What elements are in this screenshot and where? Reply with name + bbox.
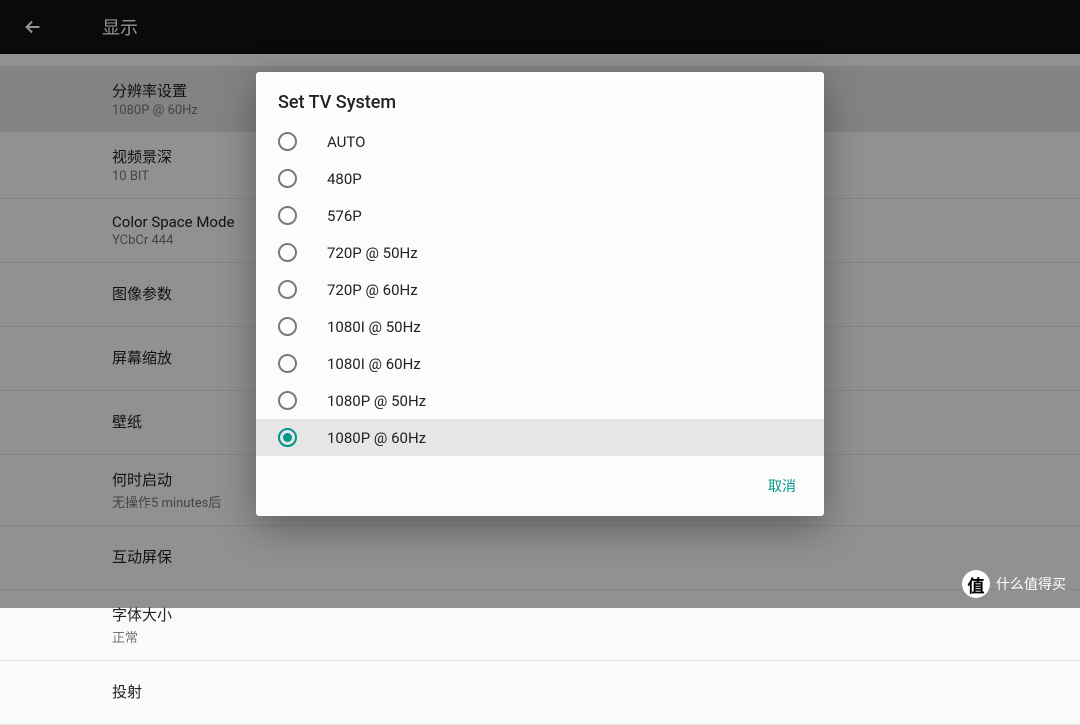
radio-unchecked-icon <box>278 243 297 262</box>
radio-option[interactable]: AUTO <box>256 123 824 160</box>
radio-unchecked-icon <box>278 132 297 151</box>
setting-subtitle: 正常 <box>112 627 1080 646</box>
radio-label: 1080P @ 50Hz <box>327 392 426 410</box>
radio-option[interactable]: 480P <box>256 160 824 197</box>
radio-label: AUTO <box>327 133 365 151</box>
dialog-title: Set TV System <box>256 72 824 123</box>
watermark-text: 什么值得买 <box>996 574 1066 594</box>
radio-label: 576P <box>327 207 362 225</box>
radio-unchecked-icon <box>278 169 297 188</box>
radio-unchecked-icon <box>278 354 297 373</box>
setting-item[interactable]: 投射 <box>0 661 1080 725</box>
radio-label: 720P @ 60Hz <box>327 281 418 299</box>
radio-label: 1080I @ 60Hz <box>327 355 421 373</box>
radio-label: 720P @ 50Hz <box>327 244 418 262</box>
radio-option[interactable]: 576P <box>256 197 824 234</box>
tv-system-dialog: Set TV System AUTO 480P 576P 720P @ 50Hz 720… <box>256 72 824 516</box>
radio-unchecked-icon <box>278 317 297 336</box>
radio-option[interactable]: 1080I @ 50Hz <box>256 308 824 345</box>
radio-option[interactable]: 720P @ 60Hz <box>256 271 824 308</box>
radio-unchecked-icon <box>278 206 297 225</box>
dialog-actions: 取消 <box>256 456 824 516</box>
radio-checked-icon <box>278 428 297 447</box>
radio-option[interactable]: 1080P @ 60Hz <box>256 419 824 456</box>
radio-unchecked-icon <box>278 280 297 299</box>
watermark: 值 什么值得买 <box>962 570 1066 598</box>
setting-title: 投射 <box>112 675 1080 708</box>
cancel-button[interactable]: 取消 <box>758 470 806 502</box>
radio-label: 1080P @ 60Hz <box>327 429 426 447</box>
radio-unchecked-icon <box>278 391 297 410</box>
radio-option[interactable]: 1080I @ 60Hz <box>256 345 824 382</box>
radio-label: 480P <box>327 170 362 188</box>
radio-label: 1080I @ 50Hz <box>327 318 421 336</box>
radio-list: AUTO 480P 576P 720P @ 50Hz 720P @ 60Hz 1080I … <box>256 123 824 456</box>
radio-option[interactable]: 1080P @ 50Hz <box>256 382 824 419</box>
watermark-badge: 值 <box>962 570 990 598</box>
radio-option[interactable]: 720P @ 50Hz <box>256 234 824 271</box>
